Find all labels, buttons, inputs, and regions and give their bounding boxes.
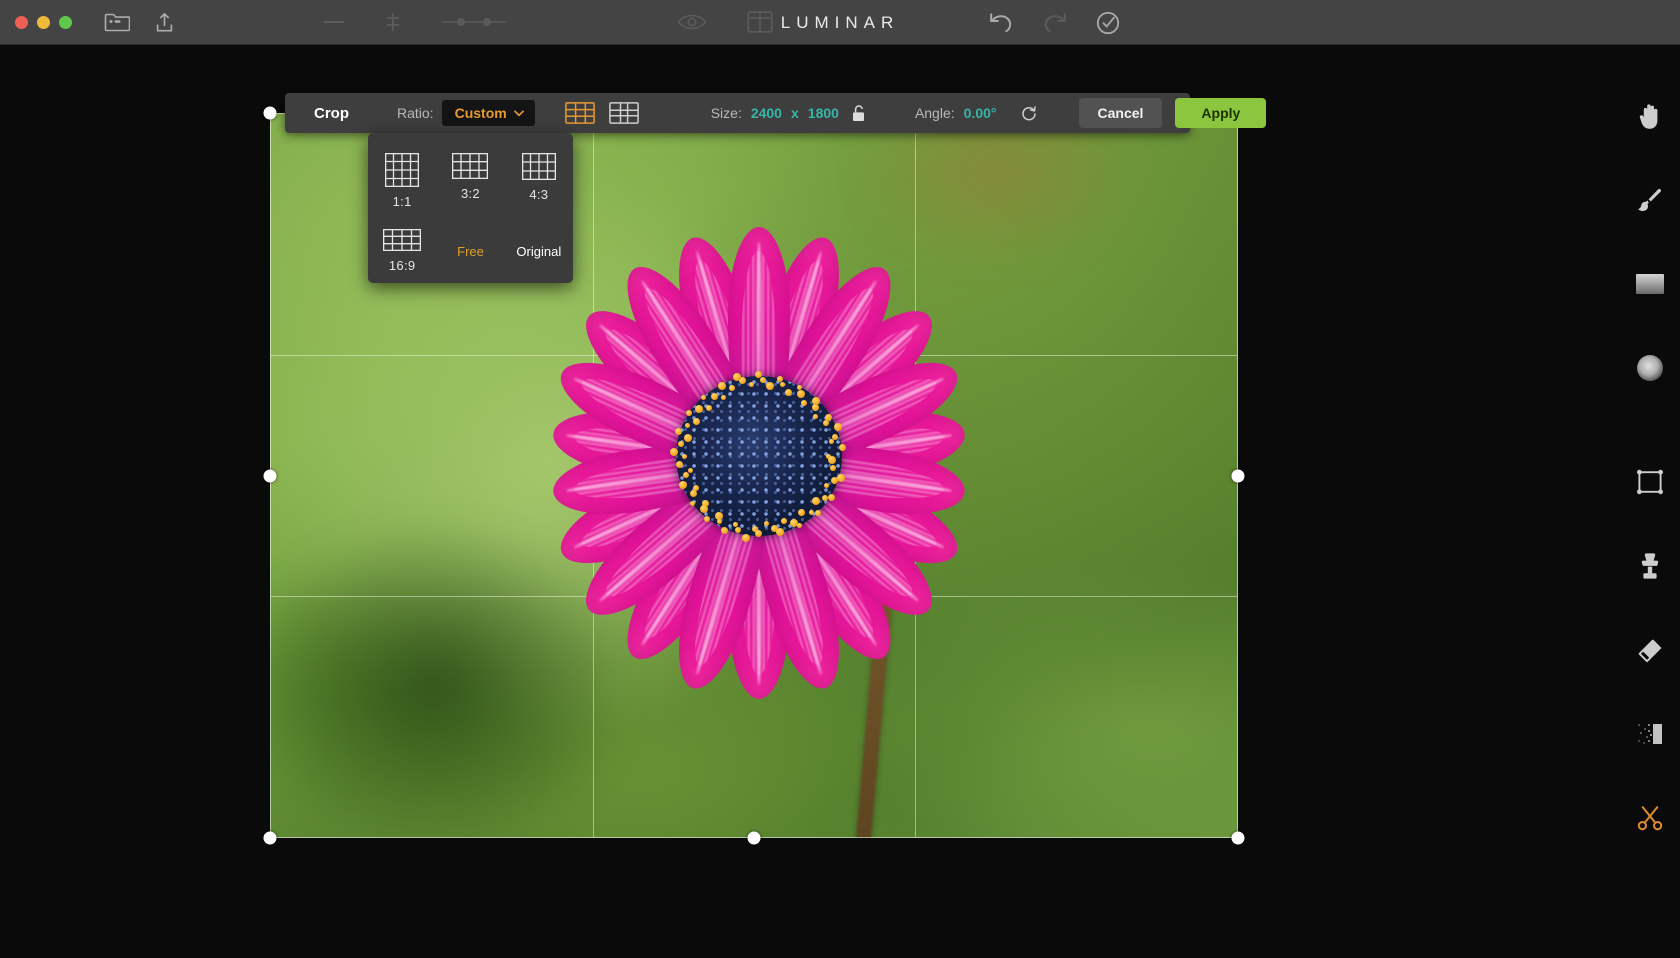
tools-sidebar: [1620, 45, 1680, 958]
ratio-option-4-3[interactable]: 4:3: [521, 153, 556, 202]
ratio-grid-icon: [383, 229, 422, 251]
crop-toolbar: Crop Ratio: Custom Size: 2400 x 1800 Ang…: [285, 93, 1267, 133]
window-titlebar: LUMINAR: [0, 0, 1680, 45]
ratio-value: Custom: [454, 105, 507, 121]
ratio-label: Ratio:: [397, 105, 434, 121]
ratio-option-label: 4:3: [529, 187, 549, 202]
ratio-option-label: 3:2: [460, 186, 480, 201]
ratio-dropdown-menu[interactable]: 1:1 3:2 4:3 16:9 Free Original: [368, 133, 573, 283]
ratio-option-original[interactable]: Original: [516, 244, 561, 259]
zoom-window-button[interactable]: [59, 15, 72, 29]
crop-handle-bottom-left[interactable]: [263, 831, 277, 845]
angle-label: Angle:: [914, 105, 955, 121]
ratio-menu-row-1: 1:1 3:2 4:3: [368, 153, 573, 209]
ratio-dropdown-button[interactable]: Custom: [441, 100, 535, 126]
clone-stamp-tool[interactable]: [1627, 545, 1673, 587]
angle-control: Angle: 0.00°: [915, 105, 1037, 122]
redo-icon[interactable]: [1042, 12, 1068, 34]
crop-handle-bottom-center[interactable]: [747, 831, 761, 845]
titlebar-left-tools: [104, 12, 173, 33]
grid-overlay-buttons: [564, 102, 639, 124]
undo-icon[interactable]: [988, 12, 1014, 34]
apply-button[interactable]: Apply: [1175, 98, 1267, 128]
size-separator: x: [790, 105, 799, 121]
export-icon[interactable]: [156, 12, 173, 33]
ratio-grid-icon: [521, 153, 556, 180]
grid-thirds-icon[interactable]: [564, 102, 595, 124]
image-canvas[interactable]: Crop Ratio: Custom Size: 2400 x 1800 Ang…: [0, 45, 1620, 958]
flower-pollen-ring: [663, 364, 854, 550]
crop-handle-middle-right[interactable]: [1231, 469, 1245, 482]
sliders-icon[interactable]: [385, 12, 401, 32]
grid-golden-icon[interactable]: [608, 102, 639, 124]
titlebar-right-tools: [988, 0, 1680, 45]
minus-icon[interactable]: [323, 18, 345, 26]
compare-eye-icon[interactable]: [677, 12, 707, 32]
size-height-input[interactable]: 1800: [808, 105, 839, 121]
luminar-app-window: LUMINAR Crop Ratio: Custom Size: 2400 x …: [0, 0, 1680, 958]
ratio-option-label: 1:1: [392, 194, 412, 209]
ratio-menu-row-2: 16:9 Free Original: [368, 229, 573, 273]
background-warm-blur: [850, 113, 1142, 273]
ratio-grid-icon: [385, 153, 420, 187]
titlebar-middle-tools: [323, 11, 773, 33]
denoise-tool[interactable]: [1627, 713, 1673, 755]
eraser-tool[interactable]: [1627, 629, 1673, 671]
ratio-option-3-2[interactable]: 3:2: [452, 153, 489, 201]
scissors-tool[interactable]: [1627, 797, 1673, 839]
split-view-icon[interactable]: [747, 11, 773, 33]
ratio-option-free[interactable]: Free: [457, 244, 484, 259]
brush-tool[interactable]: [1627, 179, 1673, 221]
size-label: Size:: [710, 105, 742, 121]
unlocked-padlock-icon[interactable]: [852, 104, 865, 122]
crop-handle-bottom-right[interactable]: [1231, 831, 1245, 845]
rotate-reset-icon[interactable]: [1020, 105, 1037, 122]
size-control: Size: 2400 x 1800: [710, 104, 865, 122]
ratio-grid-icon: [452, 153, 489, 179]
history-check-icon[interactable]: [1096, 11, 1120, 35]
crop-tool[interactable]: [1627, 461, 1673, 503]
angle-input[interactable]: 0.00°: [964, 105, 997, 121]
crop-handle-top-left[interactable]: [263, 106, 277, 120]
radial-mask-tool[interactable]: [1627, 347, 1673, 389]
ratio-option-16-9[interactable]: 16:9: [383, 229, 422, 273]
ratio-control: Ratio: Custom: [397, 100, 535, 126]
ratio-option-1-1[interactable]: 1:1: [385, 153, 420, 209]
chevron-down-icon: [513, 109, 524, 117]
cancel-button[interactable]: Cancel: [1078, 98, 1163, 128]
crop-toolbar-title: Crop: [314, 104, 349, 122]
size-width-input[interactable]: 2400: [751, 105, 782, 121]
ratio-option-label: 16:9: [388, 258, 416, 273]
traffic-lights: [15, 15, 72, 29]
crop-handle-middle-left[interactable]: [263, 469, 277, 482]
hand-pan-tool[interactable]: [1627, 95, 1673, 137]
gradient-mask-tool[interactable]: [1627, 263, 1673, 305]
minimize-window-button[interactable]: [37, 15, 50, 29]
folder-icon[interactable]: [104, 12, 130, 32]
slider-track-icon[interactable]: [441, 17, 507, 27]
close-window-button[interactable]: [15, 15, 28, 29]
